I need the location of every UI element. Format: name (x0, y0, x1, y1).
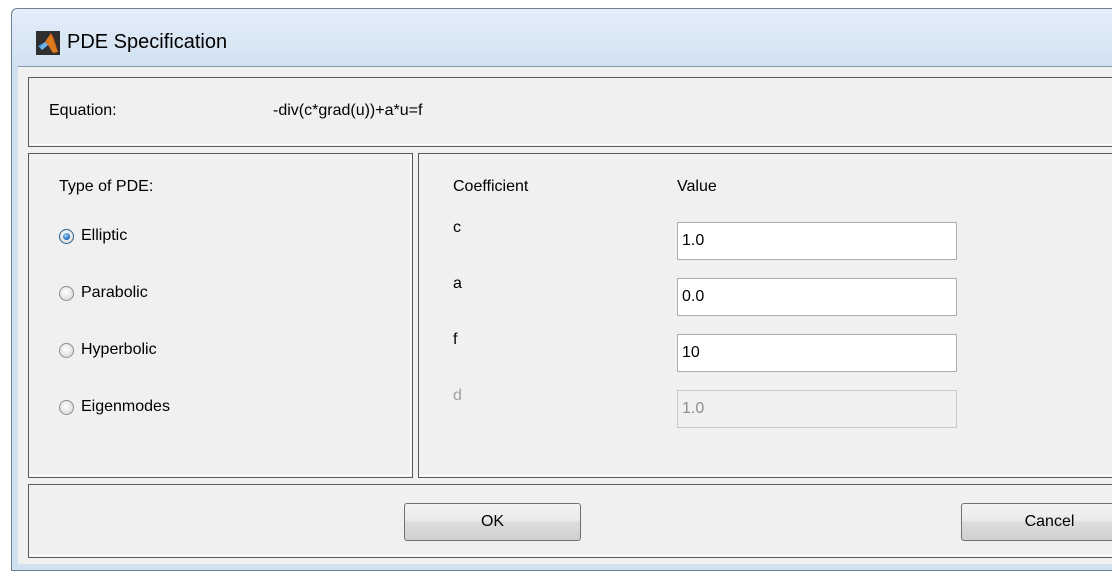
coefficient-c-input[interactable] (677, 222, 957, 260)
button-panel: OK Cancel (28, 484, 1112, 558)
coefficient-d-input (677, 390, 957, 428)
coefficient-panel: Coefficient Value c a f d (418, 153, 1112, 478)
radio-hyperbolic[interactable]: Hyperbolic (59, 338, 157, 362)
coefficient-a-input[interactable] (677, 278, 957, 316)
radio-label: Parabolic (81, 284, 148, 301)
value-column-header: Value (677, 178, 717, 195)
coefficient-name-a: a (453, 275, 462, 292)
radio-eigenmodes[interactable]: Eigenmodes (59, 395, 170, 419)
matlab-logo-icon (36, 31, 60, 55)
radio-button-icon[interactable] (59, 399, 74, 415)
radio-label: Elliptic (81, 227, 128, 244)
radio-parabolic[interactable]: Parabolic (59, 281, 148, 305)
title-bar[interactable]: PDE Specification (12, 9, 1112, 73)
coefficient-name-f: f (453, 331, 458, 348)
ok-button[interactable]: OK (404, 503, 581, 541)
coefficient-column-header: Coefficient (453, 178, 529, 195)
cancel-button[interactable]: Cancel (961, 503, 1112, 541)
radio-elliptic[interactable]: Elliptic (59, 224, 127, 248)
equation-panel: Equation: -div(c*grad(u))+a*u=f (28, 77, 1112, 147)
coefficient-name-c: c (453, 219, 461, 236)
pde-type-panel: Type of PDE: Elliptic Parabolic Hyperbol… (28, 153, 413, 478)
radio-button-checked-icon[interactable] (59, 228, 74, 244)
radio-label: Hyperbolic (81, 341, 157, 358)
dialog-client-area: Equation: -div(c*grad(u))+a*u=f Type of … (18, 66, 1112, 564)
radio-button-icon[interactable] (59, 342, 74, 358)
radio-button-icon[interactable] (59, 285, 74, 301)
pde-type-heading: Type of PDE: (59, 178, 154, 195)
radio-label: Eigenmodes (81, 398, 170, 415)
window-title: PDE Specification (67, 31, 228, 53)
pde-specification-window: PDE Specification Equation: -div(c*grad(… (11, 8, 1112, 571)
equation-label: Equation: (49, 102, 117, 119)
coefficient-f-input[interactable] (677, 334, 957, 372)
equation-value: -div(c*grad(u))+a*u=f (273, 102, 423, 119)
coefficient-name-d: d (453, 387, 462, 404)
